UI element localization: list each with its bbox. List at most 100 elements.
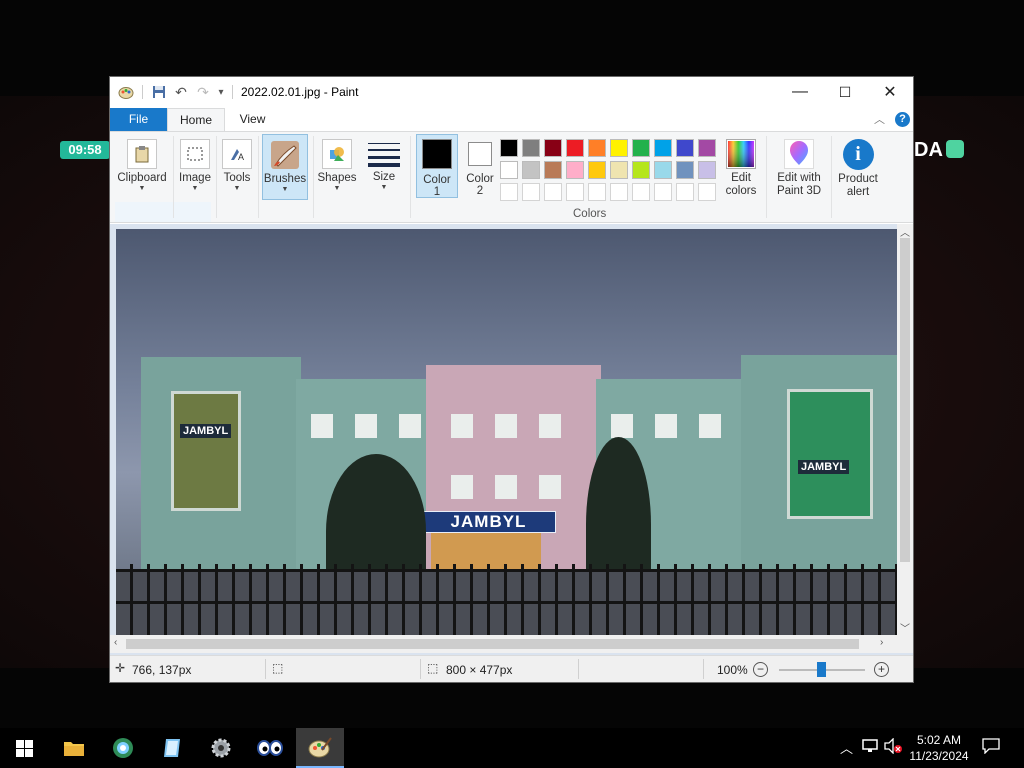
clock-time: 5:02 AM <box>916 733 962 747</box>
palette-color-swatch[interactable] <box>698 161 716 179</box>
tab-file[interactable]: File <box>110 108 167 131</box>
eyes-app-icon[interactable] <box>246 728 294 768</box>
notepad-icon[interactable] <box>148 728 196 768</box>
canvas-area[interactable]: JAMBYL JAMBYL JAMBYL ︿ ﹀ ‹ › <box>110 224 913 655</box>
color2-button[interactable]: Color 2 <box>459 134 501 198</box>
palette-color-swatch[interactable] <box>654 139 672 157</box>
size-button[interactable]: Size ▼ <box>364 134 404 200</box>
title-separator <box>142 85 143 99</box>
palette-color-swatch[interactable] <box>544 161 562 179</box>
system-clock[interactable]: 5:02 AM 11/23/2024 <box>908 732 970 764</box>
browser-icon[interactable] <box>99 728 147 768</box>
title-bar: ↶ ↷ ▾ 2022.02.01.jpg - Paint — ☐ ✕ <box>110 77 913 107</box>
palette-color-swatch[interactable] <box>588 183 606 201</box>
palette-color-swatch[interactable] <box>500 161 518 179</box>
collapse-ribbon-icon[interactable]: ︿ <box>874 111 885 127</box>
palette-color-swatch[interactable] <box>698 139 716 157</box>
color2-number: 2 <box>476 185 484 197</box>
color1-button[interactable]: Color 1 <box>416 134 458 198</box>
product-alert-button[interactable]: i Product alert <box>834 134 882 200</box>
notifications-icon[interactable] <box>982 738 1000 757</box>
color-wheel-icon <box>726 139 756 169</box>
start-button[interactable] <box>0 728 48 768</box>
image-button[interactable]: Image ▼ <box>176 134 214 200</box>
windows-row <box>451 475 581 499</box>
help-icon[interactable]: ? <box>895 112 910 127</box>
scroll-left-icon[interactable]: ‹ <box>114 637 117 648</box>
undo-icon[interactable]: ↶ <box>172 83 190 101</box>
status-separator <box>578 659 579 679</box>
palette-color-swatch[interactable] <box>610 139 628 157</box>
selection-size-icon: ⬚ <box>272 661 284 675</box>
zoom-slider-thumb[interactable] <box>817 662 826 677</box>
scroll-up-icon[interactable]: ︿ <box>900 224 910 239</box>
redo-icon[interactable]: ↷ <box>194 83 212 101</box>
paint-app-icon[interactable] <box>116 83 136 101</box>
brushes-button[interactable]: Brushes ▼ <box>262 134 308 200</box>
palette-color-swatch[interactable] <box>632 161 650 179</box>
palette-color-swatch[interactable] <box>588 161 606 179</box>
palette-color-swatch[interactable] <box>522 161 540 179</box>
zoom-out-button[interactable]: − <box>753 662 768 677</box>
palette-color-swatch[interactable] <box>522 139 540 157</box>
palette-color-swatch[interactable] <box>676 161 694 179</box>
palette-color-swatch[interactable] <box>544 183 562 201</box>
minimize-button[interactable]: — <box>777 77 823 107</box>
palette-color-swatch[interactable] <box>500 183 518 201</box>
palette-color-swatch[interactable] <box>588 139 606 157</box>
desktop-time-badge: 09:58 <box>60 141 110 159</box>
palette-color-swatch[interactable] <box>632 183 650 201</box>
settings-gear-icon[interactable] <box>197 728 245 768</box>
palette-color-swatch[interactable] <box>610 183 628 201</box>
show-hidden-icons-icon[interactable]: ︿ <box>840 738 853 757</box>
palette-color-swatch[interactable] <box>566 183 584 201</box>
zoom-in-button[interactable]: + <box>874 662 889 677</box>
image-size-icon: ⬚ <box>427 661 439 675</box>
shapes-label: Shapes <box>317 172 357 184</box>
shapes-button[interactable]: Shapes ▼ <box>317 134 357 200</box>
maximize-button[interactable]: ☐ <box>822 77 868 107</box>
network-icon[interactable] <box>862 738 880 757</box>
tools-button[interactable]: A Tools ▼ <box>219 134 255 200</box>
banner-left-text: JAMBYL <box>180 424 232 438</box>
palette-color-swatch[interactable] <box>632 139 650 157</box>
desktop-logo-text: DA <box>914 139 943 161</box>
palette-color-swatch[interactable] <box>610 161 628 179</box>
customize-quick-access-icon[interactable]: ▾ <box>214 83 228 101</box>
close-button[interactable]: ✕ <box>867 77 913 107</box>
tab-view[interactable]: View <box>225 108 280 131</box>
colors-group-label: Colors <box>573 208 607 220</box>
file-explorer-icon[interactable] <box>50 728 98 768</box>
palette-color-swatch[interactable] <box>676 139 694 157</box>
palette-color-swatch[interactable] <box>654 183 672 201</box>
vertical-scroll-thumb[interactable] <box>900 238 910 562</box>
palette-color-swatch[interactable] <box>654 161 672 179</box>
size-label: Size <box>372 171 396 183</box>
save-icon[interactable] <box>150 83 168 101</box>
palette-color-swatch[interactable] <box>566 139 584 157</box>
tab-home[interactable]: Home <box>167 108 225 131</box>
status-bar: ✛ 766, 137px ⬚ ⬚ 800 × 477px 100% − + <box>110 655 913 682</box>
palette-color-swatch[interactable] <box>500 139 518 157</box>
image-canvas[interactable]: JAMBYL JAMBYL JAMBYL <box>116 229 897 635</box>
brushes-label: Brushes <box>263 173 307 185</box>
brush-icon <box>270 140 300 170</box>
window-title: 2022.02.01.jpg - Paint <box>241 85 359 99</box>
title-separator-2 <box>232 85 233 99</box>
palette-color-swatch[interactable] <box>676 183 694 201</box>
scroll-down-icon[interactable]: ﹀ <box>900 620 910 635</box>
horizontal-scroll-thumb[interactable] <box>126 639 859 649</box>
palette-color-swatch[interactable] <box>698 183 716 201</box>
edit-paint3d-label: Edit with <box>777 172 821 184</box>
edit-with-paint3d-button[interactable]: Edit with Paint 3D <box>771 134 827 200</box>
clipboard-button[interactable]: Clipboard ▼ <box>115 134 169 200</box>
volume-muted-icon[interactable] <box>884 737 902 757</box>
palette-color-swatch[interactable] <box>544 139 562 157</box>
palette-color-swatch[interactable] <box>566 161 584 179</box>
horizontal-scrollbar[interactable]: ‹ › <box>110 635 913 653</box>
scroll-right-icon[interactable]: › <box>880 637 883 648</box>
paint-taskbar-icon[interactable] <box>296 728 344 768</box>
vertical-scrollbar[interactable]: ︿ ﹀ <box>897 224 913 635</box>
edit-colors-button[interactable]: Edit colors <box>721 134 761 200</box>
palette-color-swatch[interactable] <box>522 183 540 201</box>
